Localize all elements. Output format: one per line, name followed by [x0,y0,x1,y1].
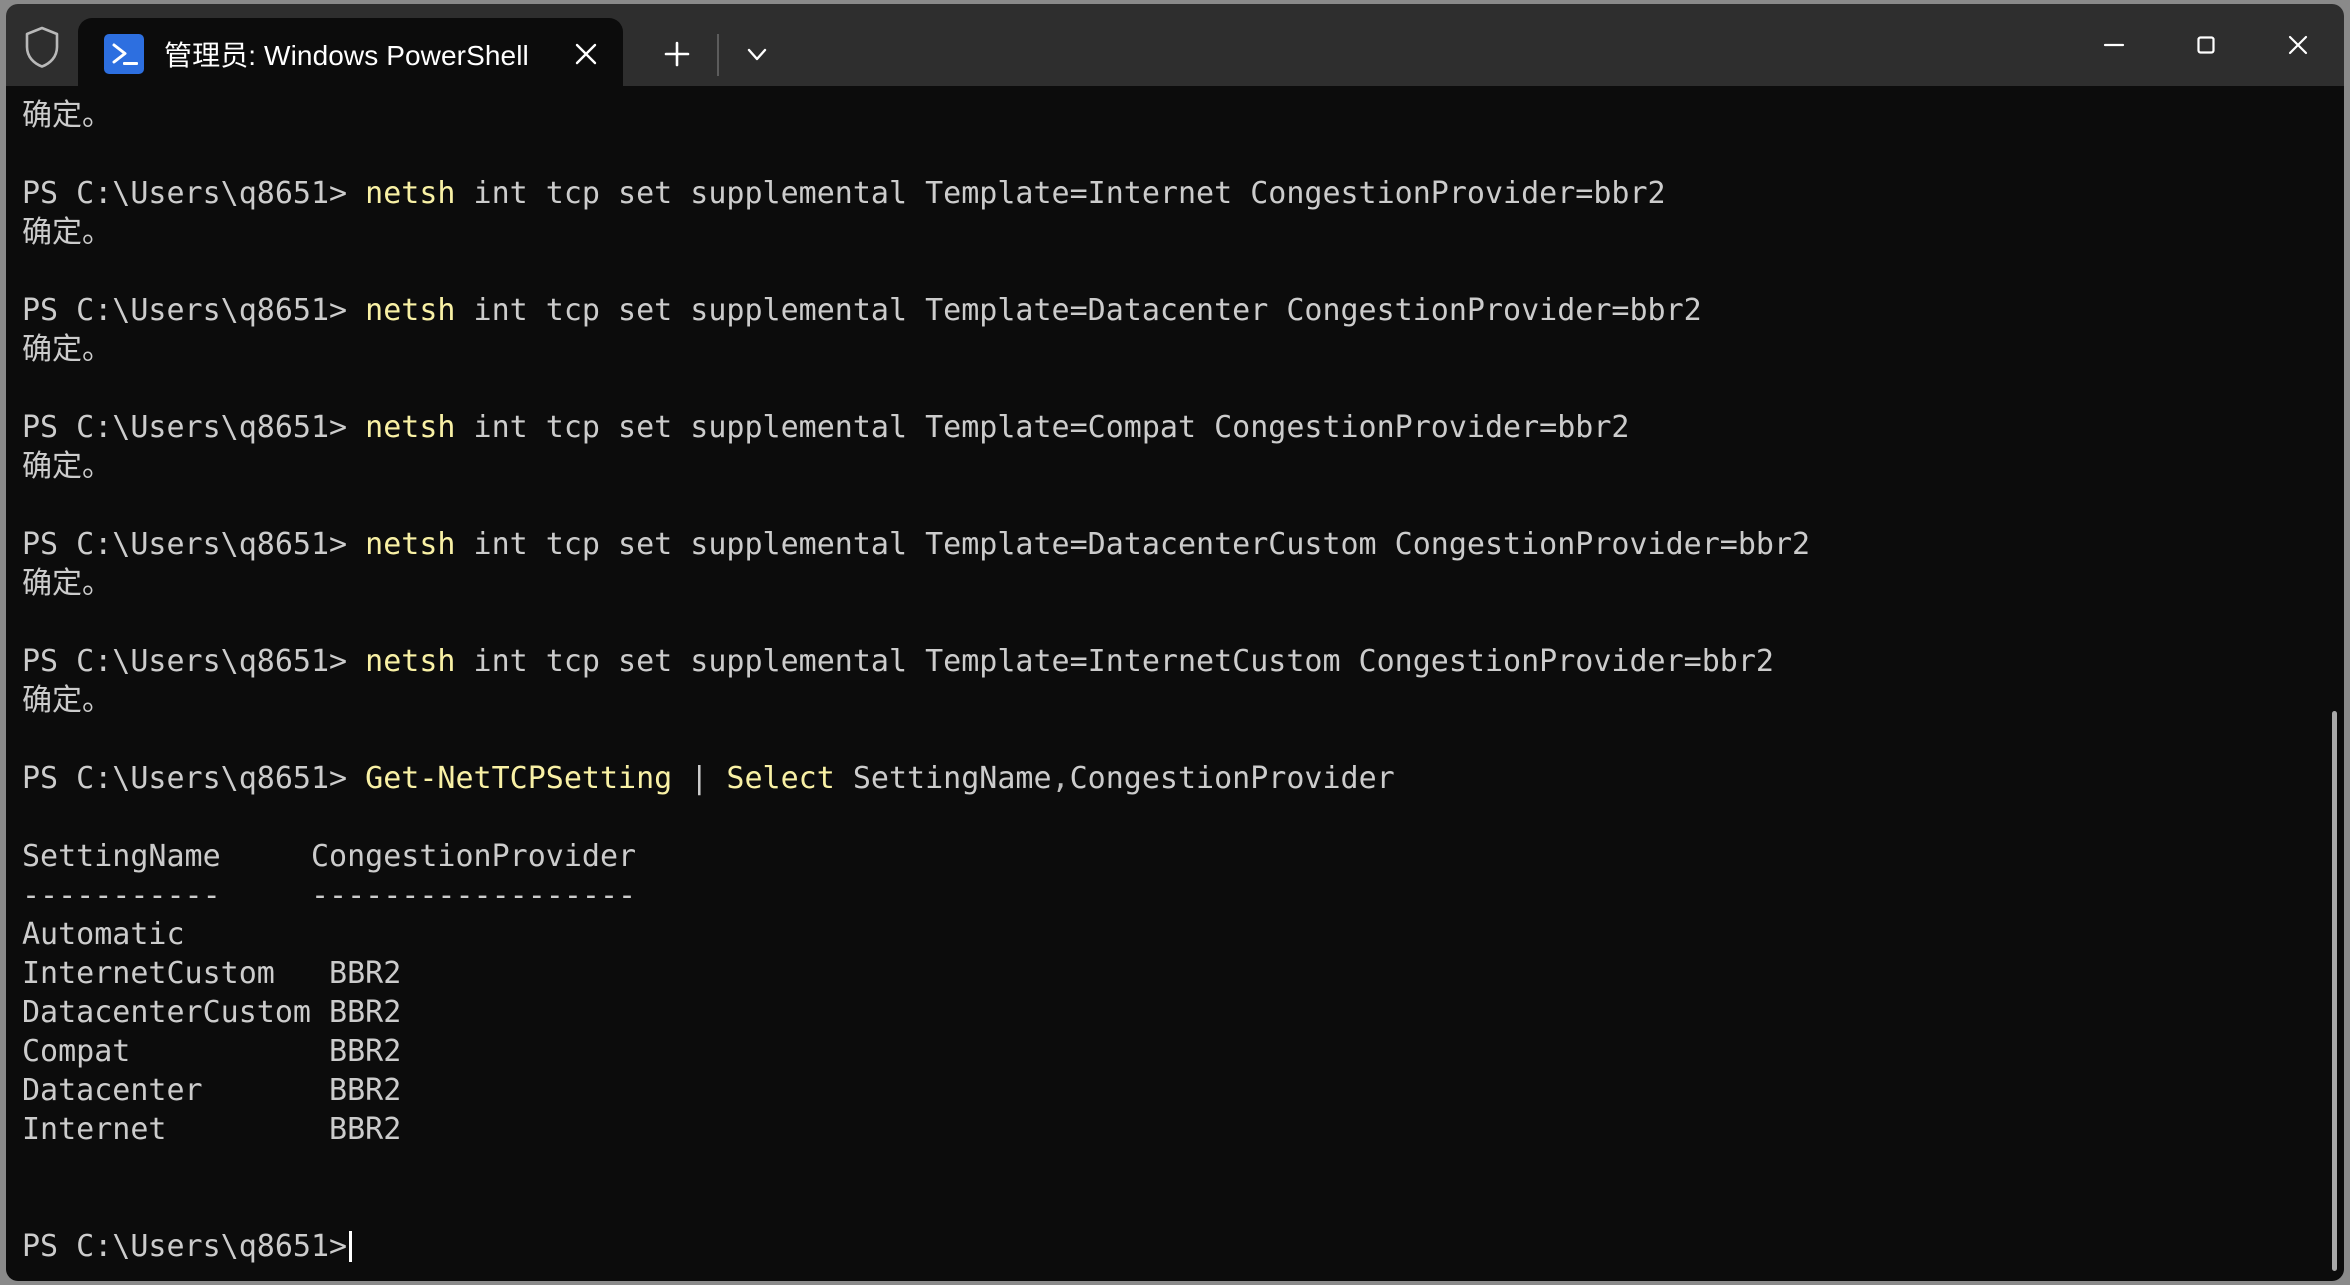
terminal-line: 确定。 [22,681,2344,720]
terminal-line: 确定。 [22,330,2344,369]
command-name: netsh [365,176,456,211]
terminal-screen[interactable]: 确定。 PS C:\Users\q8651> netsh int tcp set… [6,86,2344,1281]
prompt: PS C:\Users\q8651> [22,527,348,562]
table-header-text: SettingName CongestionProvider [22,839,637,874]
terminal-command-line: PS C:\Users\q8651> netsh int tcp set sup… [22,408,2344,447]
tab-powershell[interactable]: 管理员: Windows PowerShell [78,18,623,90]
terminal-line: 确定。 [22,447,2344,486]
window-controls [2068,4,2344,90]
command-args: int tcp set supplemental Template=Datace… [455,293,1702,328]
prompt: PS C:\Users\q8651> [22,761,348,796]
text-cursor [349,1231,353,1262]
table-row: Datacenter BBR2 [22,1071,2344,1110]
command-name: netsh [365,410,456,445]
command-name: netsh [365,293,456,328]
scrollbar-thumb[interactable] [2332,711,2337,1271]
command-args: int tcp set supplemental Template=Datace… [455,527,1811,562]
prompt: PS C:\Users\q8651> [22,293,348,328]
table-separator-row: ----------- ------------------ [22,876,2344,915]
output-text: 确定。 [22,98,112,133]
output-text: 确定。 [22,683,112,718]
output-text: 确定。 [22,566,112,601]
tab-title: 管理员: Windows PowerShell [164,40,529,71]
command-params-2: CongestionProvider [1069,761,1395,796]
title-bar: 管理员: Windows PowerShell [6,4,2344,90]
table-row: DatacenterCustom BBR2 [22,993,2344,1032]
terminal-line: 确定。 [22,564,2344,603]
table-row-text: Internet BBR2 [22,1112,402,1147]
table-row-text: InternetCustom BBR2 [22,956,402,991]
minimize-button[interactable] [2068,4,2160,86]
table-row-text: DatacenterCustom BBR2 [22,995,402,1030]
table-separator-text: ----------- ------------------ [22,878,637,913]
prompt: PS C:\Users\q8651> [22,1229,348,1264]
terminal-line: 确定。 [22,213,2344,252]
table-row: Automatic [22,915,2344,954]
powershell-window: 管理员: Windows PowerShell 确定。 PS C:\Users\… [0,0,2350,1285]
table-row: Internet BBR2 [22,1110,2344,1149]
table-row-text: Datacenter BBR2 [22,1073,402,1108]
tab-close-icon[interactable] [563,31,609,77]
command-name-select: Select [726,761,835,796]
terminal-active-prompt-line[interactable]: PS C:\Users\q8651> [22,1227,2344,1266]
terminal-command-line: PS C:\Users\q8651> netsh int tcp set sup… [22,525,2344,564]
terminal-command-line-pipeline: PS C:\Users\q8651> Get-NetTCPSetting | S… [22,759,2344,798]
table-row-text: Compat BBR2 [22,1034,402,1069]
table-row-text: Automatic [22,917,185,952]
toolbar-divider [716,34,719,76]
terminal-command-line: PS C:\Users\q8651> netsh int tcp set sup… [22,642,2344,681]
table-row: Compat BBR2 [22,1032,2344,1071]
command-args: int tcp set supplemental Template=Intern… [455,644,1774,679]
command-name: netsh [365,644,456,679]
comma-separator: , [1051,761,1070,796]
table-header-row: SettingName CongestionProvider [22,837,2344,876]
powershell-logo-icon [104,34,144,74]
scrollbar[interactable] [2326,86,2344,1281]
terminal-line: 确定。 [22,96,2344,135]
prompt: PS C:\Users\q8651> [22,644,348,679]
new-tab-button[interactable] [647,24,707,84]
command-args: int tcp set supplemental Template=Compat… [455,410,1630,445]
output-text: 确定。 [22,332,112,367]
shield-icon [6,4,78,90]
command-name: netsh [365,527,456,562]
command-args: int tcp set supplemental Template=Intern… [455,176,1666,211]
terminal-command-line: PS C:\Users\q8651> netsh int tcp set sup… [22,174,2344,213]
prompt: PS C:\Users\q8651> [22,176,348,211]
terminal-command-line: PS C:\Users\q8651> netsh int tcp set sup… [22,291,2344,330]
command-params: SettingName [834,761,1052,796]
command-name: Get-NetTCPSetting [365,761,673,796]
close-button[interactable] [2252,4,2344,86]
pipe-operator: | [672,761,727,796]
output-text: 确定。 [22,215,112,250]
output-text: 确定。 [22,449,112,484]
chevron-down-icon[interactable] [729,24,785,84]
table-row: InternetCustom BBR2 [22,954,2344,993]
maximize-button[interactable] [2160,4,2252,86]
prompt: PS C:\Users\q8651> [22,410,348,445]
terminal-pane[interactable]: 确定。 PS C:\Users\q8651> netsh int tcp set… [6,86,2344,1281]
